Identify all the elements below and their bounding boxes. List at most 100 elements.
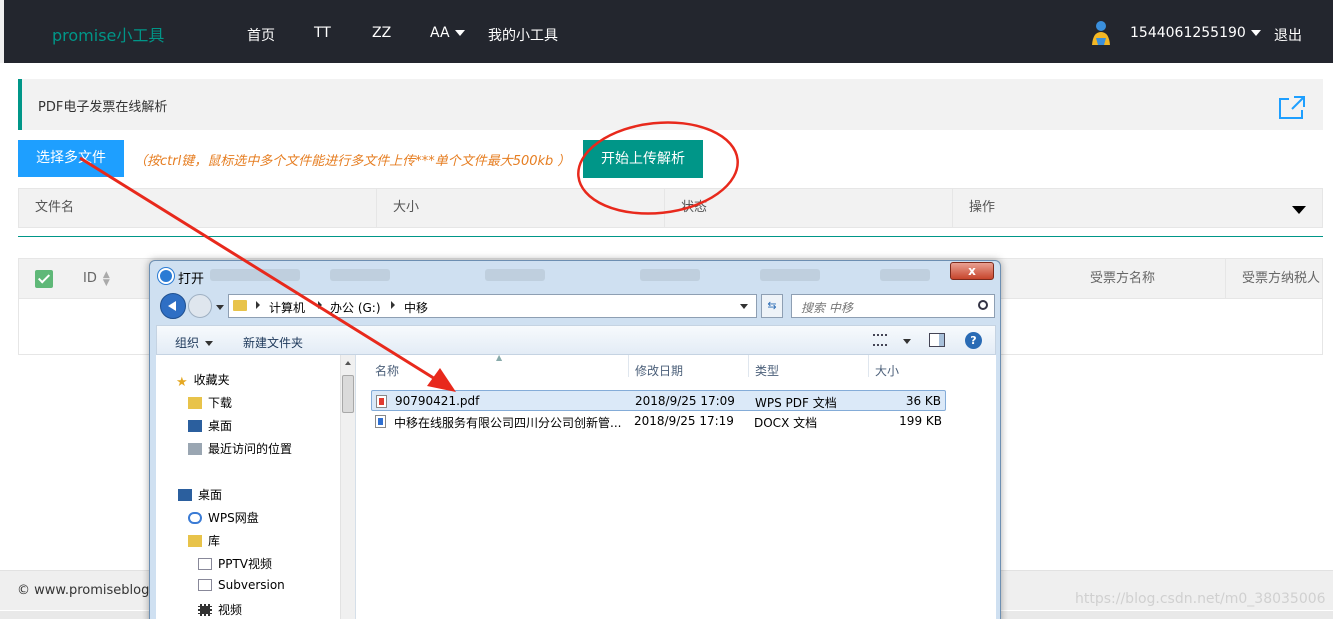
view-options-icon[interactable] [873, 334, 887, 346]
sidebar-item-wps[interactable]: WPS网盘 [188, 509, 259, 526]
scrollbar-thumb[interactable] [342, 375, 354, 413]
column-actions: 操作 [969, 200, 996, 215]
dropdown-triangle-icon[interactable] [1292, 206, 1306, 214]
scroll-up-icon[interactable] [345, 361, 351, 365]
file-type: WPS PDF 文档 [755, 396, 837, 410]
file-row[interactable]: 中移在线服务有限公司四川分公司创新管... 2018/9/25 17:19 DO… [371, 411, 946, 432]
forward-icon[interactable] [188, 294, 212, 318]
sidebar-label: 最近访问的位置 [208, 442, 293, 456]
dialog-content: ★ 收藏夹 下载 桌面 最近访问的位置 桌面 WPS网盘 库 PPTV视频 Sub… [156, 353, 996, 619]
sidebar-label: 视频 [218, 603, 243, 617]
select-all-checkbox[interactable] [35, 270, 53, 288]
sort-ascending-icon: ▲ [496, 353, 503, 362]
file-row[interactable]: 90790421.pdf 2018/9/25 17:09 WPS PDF 文档 … [371, 390, 946, 411]
sidebar-label: 桌面 [198, 488, 223, 502]
column-status: 状态 [665, 189, 953, 227]
column-id[interactable]: ID ▲ ▼ [83, 259, 110, 299]
choose-files-button[interactable]: 选择多文件 [18, 140, 124, 177]
chevron-right-icon [318, 301, 322, 309]
nav-aa[interactable]: AA [430, 25, 465, 41]
file-name: 90790421.pdf [395, 394, 480, 408]
blurred-text [640, 269, 700, 281]
logout-link[interactable]: 退出 [1274, 25, 1302, 45]
download-folder-icon [188, 397, 202, 409]
chevron-down-icon[interactable] [740, 304, 748, 309]
sidebar-item-desktop[interactable]: 桌面 [188, 417, 232, 434]
chevron-down-icon[interactable] [903, 339, 911, 344]
breadcrumb-folder[interactable]: 中移 [404, 299, 428, 316]
divider [18, 236, 1323, 237]
sidebar-item-pptv[interactable]: PPTV视频 [198, 555, 272, 572]
dialog-title: 打开 [178, 272, 205, 287]
breadcrumb-drive[interactable]: 办公 (G:) [330, 299, 381, 316]
copyright: © www.promiseblog.c [17, 583, 161, 598]
top-navbar: promise小工具 首页 TT ZZ AA 我的小工具 15440612551… [0, 0, 1333, 63]
sidebar-label: 收藏夹 [193, 373, 230, 387]
organize-label: 组织 [175, 336, 200, 350]
sidebar-item-library[interactable]: 库 [188, 532, 220, 549]
column-type[interactable]: 类型 [755, 362, 779, 379]
user-avatar-icon[interactable] [1089, 20, 1111, 46]
navigation-pane: ★ 收藏夹 下载 桌面 最近访问的位置 桌面 WPS网盘 库 PPTV视频 Sub… [156, 355, 356, 619]
blurred-text [485, 269, 545, 281]
refresh-icon[interactable]: ⇆ [761, 294, 783, 318]
search-input[interactable]: 搜索 中移 [791, 294, 995, 318]
new-folder-button[interactable]: 新建文件夹 [243, 334, 303, 351]
sidebar-label: Subversion [218, 578, 285, 592]
column-filename: 文件名 [19, 189, 377, 227]
page-title: PDF电子发票在线解析 [38, 100, 168, 115]
share-icon[interactable] [1277, 94, 1307, 120]
search-placeholder: 搜索 中移 [801, 301, 853, 315]
sidebar-item-videos[interactable]: 视频 [198, 601, 242, 618]
file-type: DOCX 文档 [754, 416, 818, 430]
chevron-down-icon [454, 30, 465, 36]
nav-home[interactable]: 首页 [247, 25, 275, 45]
sidebar-scrollbar[interactable] [340, 355, 355, 619]
panel-header: PDF电子发票在线解析 [18, 79, 1323, 130]
star-icon: ★ [176, 375, 188, 390]
column-buyer-taxid: 受票方纳税人 [1225, 259, 1320, 299]
sidebar-item-recent[interactable]: 最近访问的位置 [188, 440, 292, 457]
browser-logo-icon [158, 268, 174, 284]
search-icon[interactable] [978, 300, 988, 310]
chevron-down-icon [1250, 30, 1261, 36]
brand-logo[interactable]: promise小工具 [52, 22, 164, 46]
column-id-label: ID [83, 271, 97, 286]
nav-zz[interactable]: ZZ [372, 25, 391, 41]
file-list-header: 文件名 大小 状态 操作 [18, 188, 1323, 228]
column-date-modified[interactable]: 修改日期 [635, 362, 683, 379]
preview-pane-icon[interactable] [929, 333, 945, 347]
nav-tt[interactable]: TT [314, 25, 331, 41]
organize-menu[interactable]: 组织 [175, 334, 214, 351]
user-menu[interactable]: 1544061255190 [1130, 25, 1261, 41]
sidebar-item-favorites[interactable]: ★ 收藏夹 [176, 371, 230, 390]
breadcrumb-computer[interactable]: 计算机 [269, 299, 305, 316]
dialog-toolbar: 组织 新建文件夹 ? [156, 325, 996, 355]
start-upload-button[interactable]: 开始上传解析 [583, 140, 703, 178]
address-bar[interactable]: 计算机 办公 (G:) 中移 [228, 294, 757, 318]
back-icon[interactable] [160, 293, 186, 319]
close-button[interactable]: x [950, 262, 994, 280]
column-size: 大小 [377, 189, 665, 227]
file-size: 199 KB [899, 414, 942, 428]
chevron-right-icon [256, 301, 260, 309]
sidebar-label: PPTV视频 [218, 557, 273, 571]
column-divider[interactable] [748, 355, 749, 377]
history-dropdown-icon[interactable] [216, 305, 224, 310]
sidebar-item-desktop-root[interactable]: 桌面 [178, 486, 222, 503]
column-divider[interactable] [628, 355, 629, 377]
blurred-text [210, 269, 300, 281]
sidebar-item-downloads[interactable]: 下载 [188, 394, 232, 411]
sort-icon[interactable]: ▲ ▼ [103, 270, 110, 287]
help-icon[interactable]: ? [965, 332, 982, 349]
nav-my-tools[interactable]: 我的小工具 [488, 25, 558, 45]
sidebar-item-subversion[interactable]: Subversion [198, 578, 285, 592]
column-size[interactable]: 大小 [875, 362, 899, 379]
sidebar-label: 桌面 [208, 419, 233, 433]
column-name[interactable]: 名称 [375, 362, 399, 379]
cloud-icon [188, 512, 202, 524]
blurred-text [880, 269, 930, 281]
column-divider[interactable] [868, 355, 869, 377]
film-icon [198, 604, 212, 616]
desktop-icon [188, 420, 202, 432]
